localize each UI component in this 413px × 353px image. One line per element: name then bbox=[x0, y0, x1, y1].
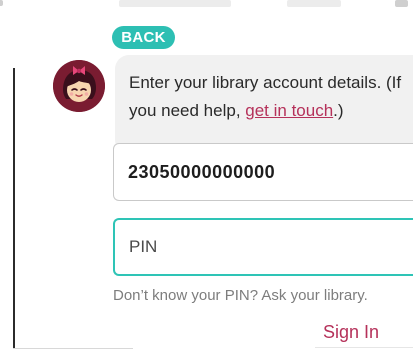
cut-off-shape bbox=[287, 0, 341, 7]
pin-input[interactable] bbox=[113, 218, 413, 276]
window-edge bbox=[13, 68, 15, 348]
librarian-avatar-icon bbox=[53, 60, 105, 112]
login-screen: BACK Enter your library account details.… bbox=[0, 0, 413, 353]
window-edge-bottom bbox=[13, 348, 133, 349]
cut-off-shape bbox=[0, 0, 3, 6]
chat-message-bubble: Enter your library account details. (If … bbox=[115, 55, 413, 154]
back-button[interactable]: BACK bbox=[112, 26, 175, 49]
cut-off-shape bbox=[395, 0, 408, 7]
pin-help-text: Don’t know your PIN? Ask your library. bbox=[113, 287, 368, 304]
avatar bbox=[53, 60, 105, 112]
get-in-touch-link[interactable]: get in touch bbox=[245, 101, 333, 120]
cut-off-content bbox=[0, 0, 408, 20]
library-card-input[interactable] bbox=[113, 143, 413, 201]
cut-off-shape bbox=[119, 0, 231, 7]
sign-in-button[interactable]: Sign In bbox=[315, 316, 413, 348]
message-text-end: .) bbox=[333, 101, 344, 120]
